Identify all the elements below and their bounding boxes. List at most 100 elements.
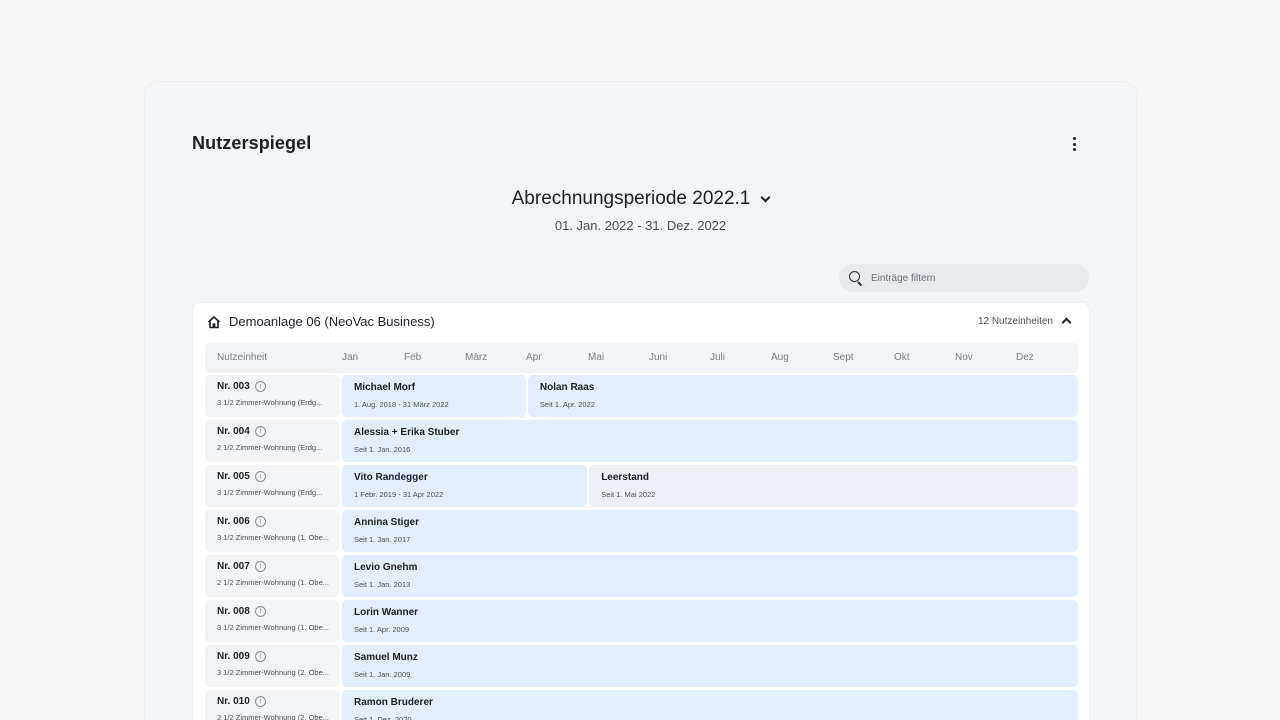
table-row: Nr. 010 i 2 1/2 Zimmer-Wohnung (2. Obe... R…: [205, 690, 1078, 720]
home-icon: [207, 316, 221, 329]
period-selector[interactable]: Abrechnungsperiode 2022.1: [145, 188, 1136, 210]
column-header-month: Okt: [894, 352, 910, 363]
info-icon[interactable]: i: [254, 651, 266, 662]
unit-number: Nr. 005: [217, 471, 250, 482]
unit-description: 3 1/2 Zimmer-Wohnung (Erdg...: [217, 398, 323, 407]
tenant-segment[interactable]: Annina Stiger Seit 1. Jan. 2017: [342, 510, 1078, 552]
unit-number-row: Nr. 003 i: [217, 381, 339, 392]
column-header-month: Mai: [588, 352, 605, 363]
tenant-segment[interactable]: Ramon Bruderer Seit 1. Dez. 2020: [342, 690, 1078, 720]
tenant-name: Michael Morf: [354, 382, 416, 393]
unit-description: 2 1/2 Zimmer-Wohnung (2. Obe...: [217, 713, 329, 720]
unit-cell[interactable]: Nr. 008 i 3 1/2 Zimmer-Wohnung (1. Obe...: [205, 600, 339, 642]
tenant-segment[interactable]: Nolan Raas Seit 1. Apr. 2022: [527, 375, 1078, 417]
column-header-month: Jan: [342, 352, 359, 363]
tenant-segment[interactable]: Samuel Munz Seit 1. Jan. 2009: [342, 645, 1078, 687]
table-row: Nr. 008 i 3 1/2 Zimmer-Wohnung (1. Obe... L…: [205, 600, 1078, 642]
column-header-month: Sept: [833, 352, 854, 363]
info-icon[interactable]: i: [254, 471, 266, 482]
unit-description: 3 1/2 Zimmer-Wohnung (2. Obe...: [217, 668, 329, 677]
tenant-segment[interactable]: Levio Gnehm Seit 1. Jan. 2013: [342, 555, 1078, 597]
unit-cell[interactable]: Nr. 010 i 2 1/2 Zimmer-Wohnung (2. Obe...: [205, 690, 339, 720]
tenant-segment[interactable]: Lorin Wanner Seit 1. Apr. 2009: [342, 600, 1078, 642]
search-input[interactable]: [871, 272, 1071, 284]
table-row: Nr. 003 i 3 1/2 Zimmer-Wohnung (Erdg... Mic…: [205, 375, 1078, 417]
tenant-period: Seit 1. Jan. 2009: [354, 670, 411, 679]
tenant-name: Lorin Wanner: [354, 607, 419, 618]
unit-number: Nr. 009: [217, 651, 250, 662]
unit-description: 3 1/2 Zimmer-Wohnung (Erdg...: [217, 488, 323, 497]
tenant-name: Annina Stiger: [354, 517, 420, 528]
tenant-segment[interactable]: Alessia + Erika Stuber Seit 1. Jan. 2016: [342, 420, 1078, 462]
tenant-segment[interactable]: Michael Morf 1. Aug. 2018 - 31 März 2022: [342, 375, 526, 417]
info-icon[interactable]: i: [254, 696, 266, 707]
page-title: Nutzerspiegel: [192, 133, 312, 153]
column-header-month: Aug: [771, 352, 789, 363]
tenant-segment[interactable]: Vito Randegger 1 Febr. 2019 - 31 Apr 2022: [342, 465, 588, 507]
unit-number-row: Nr. 006 i: [217, 516, 339, 527]
chevron-down-icon: [760, 192, 771, 202]
unit-number-row: Nr. 009 i: [217, 651, 339, 662]
unit-description: 3 1/2 Zimmer-Wohnung (1. Obe...: [217, 623, 329, 632]
unit-number-row: Nr. 010 i: [217, 696, 339, 707]
tenant-name: Nolan Raas: [539, 382, 595, 393]
table-row: Nr. 005 i 3 1/2 Zimmer-Wohnung (Erdg... Vit…: [205, 465, 1078, 507]
table-row: Nr. 004 i 2 1/2 Zimmer-Wohnung (Erdg... Ale…: [205, 420, 1078, 462]
tenant-name: Alessia + Erika Stuber: [354, 427, 460, 438]
unit-description: 2 1/2 Zimmer-Wohnung (Erdg...: [217, 443, 323, 452]
column-header-unit: Nutzeinheit: [217, 352, 268, 363]
unit-cell[interactable]: Nr. 009 i 3 1/2 Zimmer-Wohnung (2. Obe...: [205, 645, 339, 687]
table-row: Nr. 006 i 3 1/2 Zimmer-Wohnung (1. Obe... A…: [205, 510, 1078, 552]
unit-number: Nr. 004: [217, 426, 250, 437]
info-icon[interactable]: i: [254, 426, 266, 437]
more-vertical-icon[interactable]: [1066, 134, 1082, 154]
table-header: Nutzeinheit Jan Feb März Apr Mai Juni Ju…: [205, 343, 1078, 373]
unit-number: Nr. 007: [217, 561, 250, 572]
unit-number: Nr. 008: [217, 606, 250, 617]
table-row: Nr. 007 i 2 1/2 Zimmer-Wohnung (1. Obe... L…: [205, 555, 1078, 597]
tenant-period: Seit 1. Mai 2022: [601, 490, 656, 499]
site-header[interactable]: Demoanlage 06 (NeoVac Business) 12 Nutze…: [193, 303, 1089, 341]
search-field[interactable]: [839, 264, 1089, 292]
unit-cell[interactable]: Nr. 006 i 3 1/2 Zimmer-Wohnung (1. Obe...: [205, 510, 339, 552]
unit-number-row: Nr. 005 i: [217, 471, 339, 482]
tenant-period: 1 Febr. 2019 - 31 Apr 2022: [354, 490, 444, 499]
period-title: Abrechnungsperiode 2022.1: [511, 188, 751, 209]
unit-number: Nr. 010: [217, 696, 250, 707]
period-range: 01. Jan. 2022 - 31. Dez. 2022: [554, 218, 727, 233]
tenant-name: Vito Randegger: [354, 472, 428, 483]
search-icon: [849, 271, 863, 285]
chevron-up-icon[interactable]: [1061, 317, 1072, 328]
tenant-name: Samuel Munz: [354, 652, 418, 663]
column-header-month: Dez: [1016, 352, 1034, 363]
unit-number-row: Nr. 004 i: [217, 426, 339, 437]
site-name: Demoanlage 06 (NeoVac Business): [229, 314, 435, 329]
table-row: Nr. 009 i 3 1/2 Zimmer-Wohnung (2. Obe... S…: [205, 645, 1078, 687]
column-header-month: Nov: [955, 352, 973, 363]
info-icon[interactable]: i: [254, 606, 266, 617]
tenant-period: Seit 1. Dez. 2020: [354, 715, 412, 720]
unit-description: 3 1/2 Zimmer-Wohnung (1. Obe...: [217, 533, 329, 542]
tenant-period: Seit 1. Jan. 2016: [354, 445, 411, 454]
info-icon[interactable]: i: [254, 561, 266, 572]
unit-count: 12 Nutzeinheiten: [977, 316, 1053, 327]
tenant-name: Levio Gnehm: [354, 562, 418, 573]
unit-cell[interactable]: Nr. 004 i 2 1/2 Zimmer-Wohnung (Erdg...: [205, 420, 339, 462]
tenant-period: Seit 1. Apr. 2009: [354, 625, 410, 634]
tenant-name: Leerstand: [601, 472, 649, 483]
tenant-period: Seit 1. Apr. 2022: [539, 400, 595, 409]
vacancy-segment[interactable]: Leerstand Seit 1. Mai 2022: [589, 465, 1078, 507]
column-header-month: Juli: [710, 352, 726, 363]
tenant-period: 1. Aug. 2018 - 31 März 2022: [354, 400, 449, 409]
column-header-month: Feb: [404, 352, 422, 363]
tenant-period: Seit 1. Jan. 2017: [354, 535, 411, 544]
unit-number-row: Nr. 008 i: [217, 606, 339, 617]
unit-cell[interactable]: Nr. 005 i 3 1/2 Zimmer-Wohnung (Erdg...: [205, 465, 339, 507]
unit-number-row: Nr. 007 i: [217, 561, 339, 572]
info-icon[interactable]: i: [254, 516, 266, 527]
unit-cell[interactable]: Nr. 007 i 2 1/2 Zimmer-Wohnung (1. Obe...: [205, 555, 339, 597]
column-header-month: März: [465, 352, 488, 363]
info-icon[interactable]: i: [254, 381, 266, 392]
unit-number: Nr. 006: [217, 516, 250, 527]
unit-cell[interactable]: Nr. 003 i 3 1/2 Zimmer-Wohnung (Erdg...: [205, 375, 339, 417]
